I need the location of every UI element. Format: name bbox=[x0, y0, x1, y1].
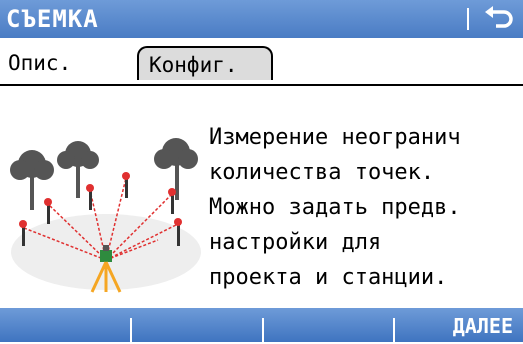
description-line: Можно задать предв. bbox=[209, 195, 461, 220]
back-return-icon[interactable] bbox=[482, 5, 514, 33]
title-bar: СЪЕМКА bbox=[0, 0, 523, 38]
softkey-bar: ДАЛЕЕ bbox=[0, 308, 523, 342]
survey-setup-illustration bbox=[10, 138, 201, 293]
next-button[interactable]: ДАЛЕЕ bbox=[395, 308, 523, 342]
description-line: настройки для bbox=[209, 230, 382, 255]
description-line: проекта и станции. bbox=[209, 265, 448, 290]
description-text: Измерение неогранич количества точек. Мо… bbox=[209, 120, 521, 295]
tab-strip: Опис. Конфиг. bbox=[0, 38, 523, 86]
app-title: СЪЕМКА bbox=[6, 5, 99, 33]
softkey-3[interactable] bbox=[264, 308, 394, 342]
description-panel: Измерение неогранич количества точек. Мо… bbox=[0, 86, 523, 308]
description-line: Измерение неогранич bbox=[209, 125, 461, 150]
tab-config[interactable]: Конфиг. bbox=[137, 46, 273, 80]
description-line: количества точек. bbox=[209, 160, 435, 185]
title-divider bbox=[467, 8, 469, 30]
softkey-1[interactable] bbox=[0, 308, 130, 342]
tree-right bbox=[154, 138, 198, 200]
tab-description[interactable]: Опис. bbox=[4, 46, 124, 80]
softkey-2[interactable] bbox=[132, 308, 262, 342]
